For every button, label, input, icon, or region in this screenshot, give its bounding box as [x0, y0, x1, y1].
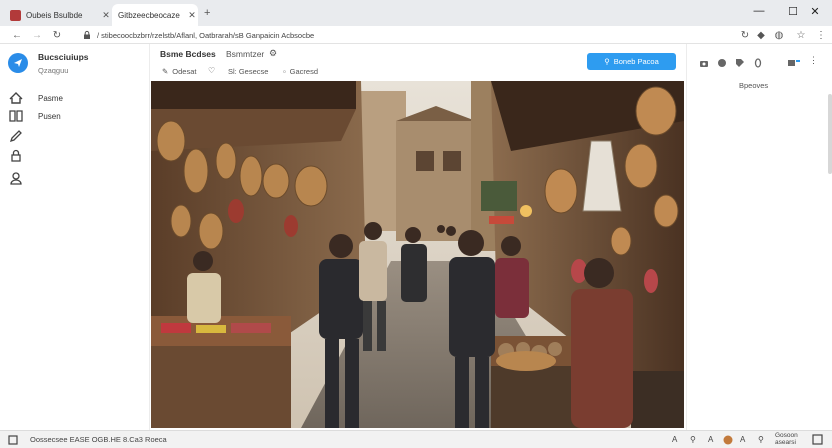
avatar[interactable]: [723, 435, 733, 445]
status-text: Oossecsee EASE OGB.HE 8.Ca3 Roeca: [30, 435, 167, 444]
pencil-icon[interactable]: [8, 128, 24, 144]
camera-icon[interactable]: [699, 58, 709, 68]
app-logo: [8, 53, 28, 73]
lock-icon[interactable]: [8, 148, 24, 164]
tab-1[interactable]: Oubeis Bsulbde ✕: [4, 4, 112, 26]
text-size-icon[interactable]: A: [672, 435, 677, 444]
profile-icon[interactable]: ◍: [772, 28, 786, 42]
sidebar-item-home[interactable]: Pasme: [38, 94, 63, 103]
pen-icon: ✎: [162, 67, 169, 76]
globe-icon[interactable]: [717, 58, 727, 68]
app-name: Bucsciuiups: [38, 52, 89, 62]
extension-icon[interactable]: ◆: [754, 28, 768, 42]
tab-2[interactable]: Gitbzeecbeocaze ✕: [112, 4, 198, 26]
bookmark-icon[interactable]: ☆: [794, 28, 808, 42]
tag-icon[interactable]: [735, 58, 745, 68]
text-size-icon[interactable]: A: [740, 435, 745, 444]
back-icon[interactable]: ←: [10, 28, 24, 42]
home-icon[interactable]: [8, 90, 24, 106]
search-icon: ⚲: [604, 57, 610, 66]
layout-icon[interactable]: [787, 58, 801, 68]
arrow-icon: [14, 59, 22, 67]
minimize-button[interactable]: —: [742, 0, 776, 22]
forward-icon[interactable]: →: [30, 28, 44, 42]
main-image: [151, 81, 684, 428]
page-subtitle: Bsmmtzer: [226, 49, 265, 59]
settings-icon[interactable]: ⚙: [269, 48, 277, 59]
tab-strip: Oubeis Bsulbde ✕ Gitbzeecbeocaze ✕ + — ☐…: [0, 0, 832, 26]
heart-icon[interactable]: ♡: [208, 66, 215, 75]
reload-icon[interactable]: ↻: [50, 28, 64, 42]
tab-2-title: Gitbzeecbeocaze: [118, 10, 180, 20]
close-icon[interactable]: ✕: [186, 10, 198, 21]
sidebar-item-pusen[interactable]: Pusen: [38, 112, 61, 121]
address-bar[interactable]: / stibecoocbzbrr/rzelstb/Aflanl, Oatbrar…: [82, 27, 722, 43]
menu-icon[interactable]: ⋮: [814, 28, 828, 42]
user-icon[interactable]: [8, 170, 24, 186]
clip-icon[interactable]: [753, 58, 763, 68]
download-tool-button[interactable]: ▫ Gacresd: [283, 67, 318, 76]
url-text: / stibecoocbzbrr/rzelstb/Aflanl, Oatbrar…: [97, 30, 315, 40]
status-time: Gosoon asearsi: [775, 432, 798, 446]
primary-action-button[interactable]: ⚲ Boneb Pacoa: [587, 53, 676, 70]
share-tool-button[interactable]: Sl: Gesecse: [228, 67, 268, 76]
text-size-icon[interactable]: A: [708, 435, 713, 444]
app-subtitle: Qzaqguu: [38, 66, 69, 75]
refresh-icon[interactable]: ↻: [738, 28, 752, 42]
browser-toolbar: ← → ↻ / stibecoocbzbrr/rzelstb/Aflanl, O…: [0, 26, 832, 44]
close-icon[interactable]: ✕: [100, 10, 112, 21]
page-title: Bsme Bcdses: [160, 49, 216, 59]
text-size-icon[interactable]: ⚲: [758, 435, 764, 444]
lock-icon: [84, 30, 90, 39]
new-tab-button[interactable]: +: [204, 7, 210, 19]
text-size-icon[interactable]: ⚲: [690, 435, 696, 444]
sidebar: Bucsciuiups Qzaqguu Pasme Pusen: [0, 44, 150, 430]
right-panel: ⋮ Bpeoves: [686, 44, 832, 430]
file-icon: ▫: [283, 67, 286, 76]
scrollbar[interactable]: [828, 94, 832, 174]
tab-1-title: Oubeis Bsulbde: [26, 10, 83, 20]
market-photo: [151, 81, 684, 428]
edit-tool-button[interactable]: ✎ Odesat: [162, 67, 196, 76]
close-window-button[interactable]: ✕: [798, 0, 832, 22]
panel-label: Bpeoves: [739, 81, 769, 90]
page-icon: [8, 435, 18, 445]
app-favicon-icon: [10, 9, 21, 21]
more-icon[interactable]: ⋮: [809, 55, 818, 66]
notification-icon[interactable]: [812, 434, 823, 445]
status-bar: Oossecsee EASE OGB.HE 8.Ca3 Roeca A ⚲ A …: [0, 430, 832, 448]
book-icon[interactable]: [8, 108, 24, 124]
